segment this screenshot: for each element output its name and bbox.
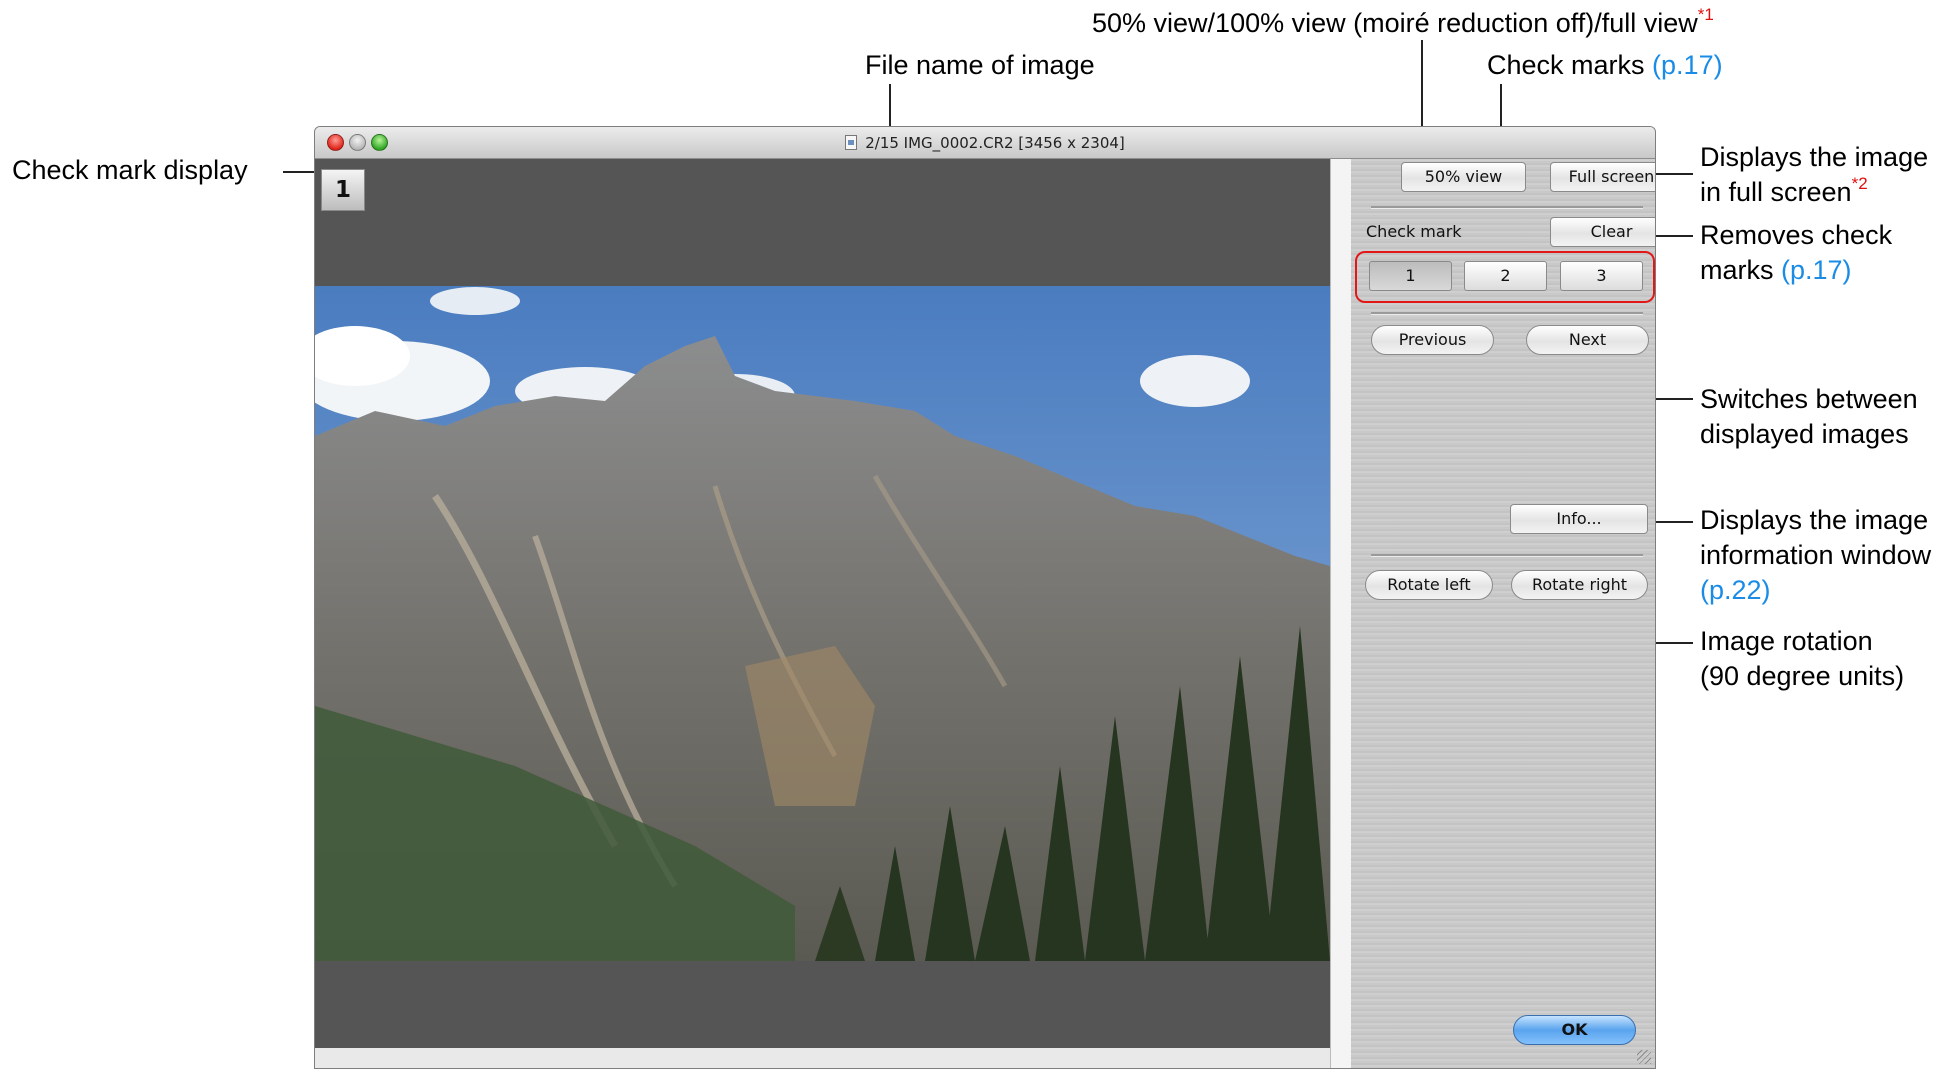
callout-view-modes: 50% view/100% view (moiré reduction off)… (1092, 6, 1714, 41)
horizontal-scrollbar[interactable] (315, 1048, 1330, 1068)
quick-check-window: 2/15 IMG_0002.CR2 [3456 x 2304] 1 50% vi… (314, 126, 1656, 1069)
check-mark-1-button[interactable]: 1 (1369, 261, 1452, 291)
callout-rotation: Image rotation (90 degree units) (1700, 624, 1904, 694)
callout-switch-line2: displayed images (1700, 419, 1909, 449)
separator-2 (1371, 312, 1643, 315)
callout-full-screen: Displays the image in full screen*2 (1700, 140, 1928, 210)
mountain-photo[interactable] (315, 286, 1330, 961)
raw-file-icon (845, 135, 858, 150)
check-mark-3-button[interactable]: 3 (1560, 261, 1643, 291)
separator-3 (1371, 554, 1643, 557)
image-viewer[interactable]: 1 (315, 159, 1330, 1048)
rotate-right-button[interactable]: Rotate right (1511, 570, 1648, 600)
callout-switch-images: Switches between displayed images (1700, 382, 1918, 452)
callout-clear-line2: marks (1700, 255, 1774, 285)
window-title-text: 2/15 IMG_0002.CR2 [3456 x 2304] (865, 134, 1125, 152)
mountain-landscape-image (315, 286, 1330, 961)
callout-rotation-line2: (90 degree units) (1700, 661, 1905, 691)
separator-1 (1371, 206, 1643, 209)
callout-clear: Removes check marks (p.17) (1700, 218, 1892, 288)
control-panel: 50% view Full screen Check mark Clear 1 … (1351, 159, 1655, 1068)
callout-switch-line1: Switches between (1700, 384, 1918, 414)
callout-file-name: File name of image (865, 50, 1095, 80)
check-mark-label: Check mark (1366, 222, 1462, 241)
info-page-ref[interactable]: (p.22) (1700, 573, 1931, 608)
footnote-2: *2 (1851, 174, 1868, 193)
info-button[interactable]: Info... (1510, 504, 1648, 534)
callout-view-modes-text: 50% view/100% view (moiré reduction off)… (1092, 8, 1698, 38)
footnote-1: *1 (1697, 5, 1714, 24)
callout-info-line2: information window (1700, 540, 1932, 570)
ok-button[interactable]: OK (1513, 1015, 1636, 1045)
vertical-scrollbar[interactable] (1330, 159, 1351, 1068)
callout-check-marks-text: Check marks (1487, 50, 1645, 80)
full-screen-button[interactable]: Full screen (1550, 162, 1655, 192)
callout-clear-line1: Removes check (1700, 220, 1893, 250)
callout-info: Displays the image information window (p… (1700, 503, 1931, 608)
callout-rotation-line1: Image rotation (1700, 626, 1873, 656)
clear-button[interactable]: Clear (1550, 217, 1655, 247)
callout-check-mark-display: Check mark display (12, 155, 248, 185)
title-bar[interactable]: 2/15 IMG_0002.CR2 [3456 x 2304] (315, 127, 1655, 159)
callout-check-marks: Check marks (p.17) (1487, 48, 1723, 83)
rotate-left-button[interactable]: Rotate left (1365, 570, 1493, 600)
callout-full-screen-line1: Displays the image (1700, 142, 1929, 172)
check-mark-display-badge: 1 (321, 169, 365, 211)
window-title: 2/15 IMG_0002.CR2 [3456 x 2304] (315, 134, 1655, 152)
check-marks-page-ref[interactable]: (p.17) (1652, 50, 1723, 80)
next-button[interactable]: Next (1526, 325, 1649, 355)
check-mark-2-button[interactable]: 2 (1464, 261, 1547, 291)
clear-page-ref[interactable]: (p.17) (1781, 255, 1852, 285)
callout-info-line1: Displays the image (1700, 505, 1929, 535)
resize-grip-icon[interactable] (1637, 1050, 1651, 1064)
callout-full-screen-line2: in full screen (1700, 177, 1852, 207)
view-50-button[interactable]: 50% view (1401, 162, 1526, 192)
previous-button[interactable]: Previous (1371, 325, 1494, 355)
